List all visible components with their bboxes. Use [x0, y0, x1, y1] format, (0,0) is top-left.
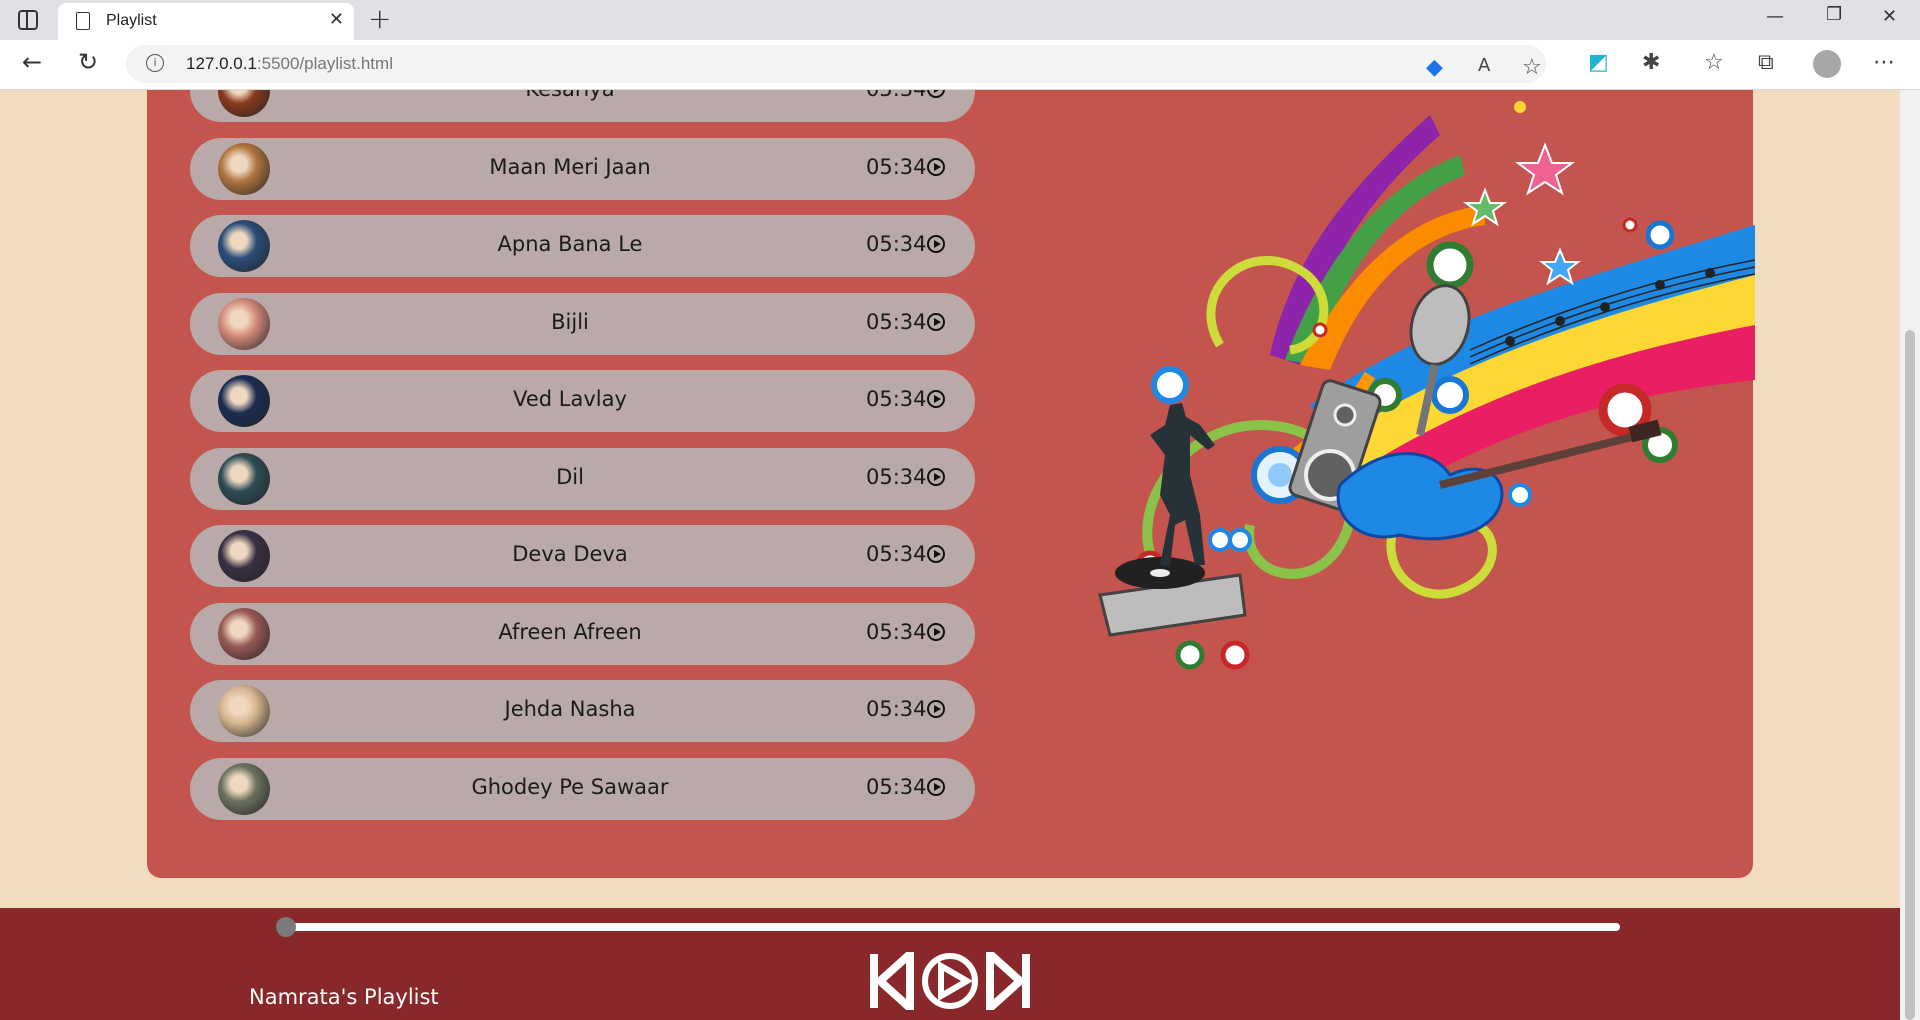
back-icon[interactable]: ←: [22, 48, 42, 76]
site-info-icon[interactable]: i: [146, 54, 164, 72]
play-button[interactable]: [922, 953, 978, 1009]
song-title: Jehda Nasha: [504, 697, 636, 721]
play-circle-icon[interactable]: [927, 700, 945, 718]
scrollbar-thumb[interactable]: [1905, 330, 1915, 1020]
song-duration: 05:34: [866, 542, 927, 566]
song-title: Bijli: [551, 309, 589, 334]
music-illustration: [1098, 101, 1755, 670]
play-circle-icon[interactable]: [927, 777, 945, 796]
play-circle-icon[interactable]: [927, 312, 945, 331]
song-row[interactable]: Afreen Afreen 05:34: [190, 602, 975, 665]
play-circle-icon[interactable]: [927, 157, 945, 176]
song-duration: 05:34: [866, 309, 927, 334]
page-icon: [76, 12, 90, 30]
song-title: Deva Deva: [512, 542, 628, 566]
song-title: Maan Meri Jaan: [489, 154, 651, 179]
song-duration: 05:34: [866, 154, 927, 179]
song-duration: 05:34: [866, 619, 927, 644]
song-row[interactable]: Maan Meri Jaan 05:34: [190, 137, 975, 200]
more-menu-icon[interactable]: ⋯: [1873, 50, 1895, 75]
page-scrollbar[interactable]: [1900, 90, 1920, 1020]
favorites-icon[interactable]: ☆: [1704, 50, 1724, 75]
song-row[interactable]: Deva Deva 05:34: [190, 525, 975, 587]
previous-button[interactable]: [870, 952, 914, 1010]
close-tab-icon[interactable]: ✕: [329, 9, 344, 30]
tab-title: Playlist: [106, 12, 157, 29]
song-title: Ved Lavlay: [513, 387, 627, 411]
play-circle-icon[interactable]: [927, 545, 945, 563]
next-icon: [986, 952, 1026, 1010]
song-title: Dil: [556, 464, 584, 489]
profile-avatar[interactable]: [1813, 50, 1841, 78]
progress-knob[interactable]: [276, 917, 296, 937]
song-title: Apna Bana Le: [497, 232, 643, 256]
add-favorite-icon[interactable]: ☆: [1522, 55, 1542, 80]
play-icon: [938, 960, 974, 1002]
browser-toolbar: ← ↻ i 127.0.0.1:5500/playlist.html ◆ A ☆…: [0, 40, 1920, 90]
play-circle-icon[interactable]: [927, 622, 945, 641]
url-text: 127.0.0.1:5500/playlist.html: [186, 54, 393, 73]
song-row[interactable]: Dil 05:34: [190, 447, 975, 510]
restore-icon[interactable]: ❐: [1826, 4, 1842, 25]
song-duration: 05:34: [866, 697, 927, 721]
play-circle-icon[interactable]: [927, 235, 945, 253]
song-row[interactable]: Apna Bana Le 05:34: [190, 215, 975, 277]
refresh-icon[interactable]: ↻: [78, 48, 98, 76]
shopping-tag-icon[interactable]: ◆: [1426, 55, 1443, 80]
song-duration: 05:34: [866, 464, 927, 489]
previous-icon: [874, 952, 914, 1010]
playlist-name: Namrata's Playlist: [249, 985, 439, 1009]
song-duration: 05:34: [866, 232, 927, 256]
song-duration: 05:34: [866, 387, 927, 411]
tab-actions-icon[interactable]: [18, 10, 38, 30]
new-tab-icon[interactable]: +: [368, 2, 391, 35]
song-row[interactable]: Ved Lavlay 05:34: [190, 370, 975, 432]
player-bar: Namrata's Playlist: [0, 908, 1900, 1020]
song-row[interactable]: Bijli 05:34: [190, 292, 975, 355]
song-duration: 05:34: [866, 774, 927, 799]
song-row[interactable]: Jehda Nasha 05:34: [190, 680, 975, 742]
song-title: Ghodey Pe Sawaar: [471, 774, 669, 799]
next-icon-bar: [1022, 954, 1030, 1008]
browser-tab[interactable]: Playlist ✕: [58, 3, 354, 40]
playback-controls: [870, 952, 1030, 1010]
minimize-icon[interactable]: —: [1766, 6, 1784, 27]
read-aloud-icon[interactable]: A: [1478, 55, 1490, 76]
song-row[interactable]: Ghodey Pe Sawaar 05:34: [190, 757, 975, 820]
next-button[interactable]: [986, 952, 1030, 1010]
address-bar[interactable]: i 127.0.0.1:5500/playlist.html ◆ A ☆: [126, 45, 1546, 83]
close-window-icon[interactable]: ✕: [1882, 6, 1897, 27]
extension-icon[interactable]: ◩: [1588, 50, 1609, 75]
song-title: Afreen Afreen: [498, 619, 642, 644]
play-circle-icon[interactable]: [927, 390, 945, 408]
collections-icon[interactable]: ⧉: [1758, 50, 1774, 75]
progress-bar[interactable]: [276, 917, 1620, 937]
play-circle-icon[interactable]: [927, 467, 945, 486]
extensions-puzzle-icon[interactable]: ✱: [1642, 50, 1660, 75]
browser-titlebar: Playlist ✕ + — ❐ ✕: [0, 0, 1920, 40]
